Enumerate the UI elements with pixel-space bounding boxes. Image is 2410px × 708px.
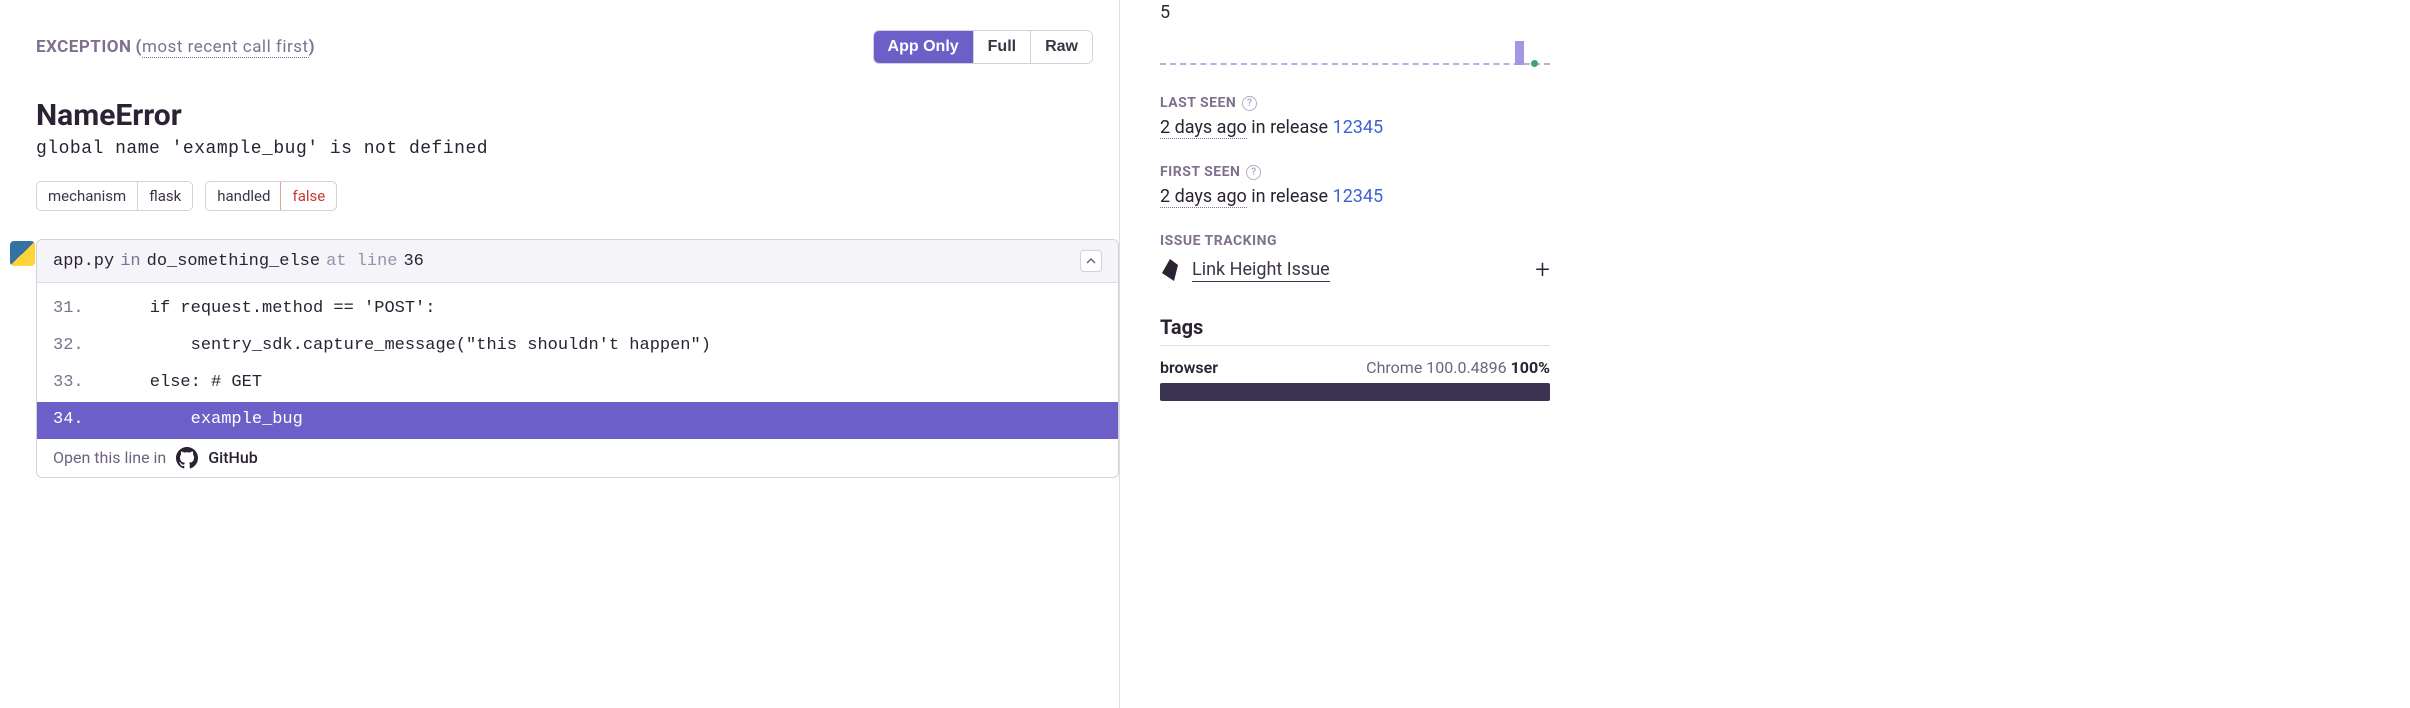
tag-value: false: [280, 181, 337, 211]
code-line[interactable]: 33. else: # GET: [37, 365, 1118, 402]
last-seen-time[interactable]: 2 days ago: [1160, 117, 1247, 139]
event-count: 5: [1160, 2, 1550, 23]
last-seen-value: 2 days ago in release 12345: [1160, 117, 1550, 138]
first-seen-label: FIRST SEEN ?: [1160, 164, 1550, 180]
view-app-only-button[interactable]: App Only: [874, 31, 973, 63]
stacktrace-view-toggle: App Only Full Raw: [873, 30, 1093, 64]
line-source: example_bug: [109, 406, 303, 435]
line-source: sentry_sdk.capture_message("this shouldn…: [109, 332, 711, 361]
frame-line-number: 36: [403, 252, 423, 271]
python-icon: [10, 241, 35, 266]
first-seen-time[interactable]: 2 days ago: [1160, 186, 1247, 208]
code-line[interactable]: 32. sentry_sdk.capture_message("this sho…: [37, 328, 1118, 365]
tag-mechanism[interactable]: mechanism flask: [36, 181, 193, 211]
sparkline-bar: [1515, 41, 1524, 65]
github-icon: [176, 447, 198, 469]
add-integration-button[interactable]: +: [1535, 255, 1550, 285]
view-raw-button[interactable]: Raw: [1030, 31, 1092, 63]
tag-handled[interactable]: handled false: [205, 181, 337, 211]
tag-key: mechanism: [37, 182, 137, 210]
frame-atline-word: at line: [326, 252, 397, 271]
line-number: 33.: [53, 369, 109, 398]
issue-tracking-row: Link Height Issue +: [1160, 255, 1550, 285]
help-icon[interactable]: ?: [1246, 165, 1261, 180]
open-line-target[interactable]: GitHub: [208, 448, 258, 467]
frame-header[interactable]: app.py in do_something_else at line 36: [37, 240, 1118, 283]
exception-header-row: EXCEPTION (most recent call first) App O…: [36, 30, 1119, 64]
exception-panel: EXCEPTION (most recent call first) App O…: [0, 0, 1120, 708]
last-seen-release-link[interactable]: 12345: [1333, 117, 1384, 138]
tag-browser-row[interactable]: browser Chrome 100.0.4896 100%: [1160, 358, 1550, 377]
code-line[interactable]: 34. example_bug: [37, 402, 1118, 439]
link-height-issue-button[interactable]: Link Height Issue: [1192, 259, 1330, 282]
line-source: if request.method == 'POST':: [109, 295, 435, 324]
stack-frame: app.py in do_something_else at line 36 3…: [36, 239, 1119, 478]
error-name: NameError: [36, 98, 1119, 133]
line-number: 31.: [53, 295, 109, 324]
chevron-up-icon: [1086, 256, 1096, 266]
line-number: 34.: [53, 406, 109, 435]
last-seen-label: LAST SEEN ?: [1160, 95, 1550, 111]
code-line[interactable]: 31. if request.method == 'POST':: [37, 291, 1118, 328]
events-sparkline[interactable]: [1160, 33, 1550, 65]
frame-in-word: in: [120, 252, 140, 271]
tag-key: browser: [1160, 358, 1218, 377]
first-seen-value: 2 days ago in release 12345: [1160, 186, 1550, 207]
tags-heading: Tags: [1160, 315, 1550, 346]
help-icon[interactable]: ?: [1242, 96, 1257, 111]
error-message: global name 'example_bug' is not defined: [36, 139, 1119, 159]
first-seen-release-link[interactable]: 12345: [1333, 186, 1384, 207]
height-icon: [1160, 259, 1180, 281]
frame-function: do_something_else: [147, 252, 320, 271]
line-source: else: # GET: [109, 369, 262, 398]
sparkline-dot: [1531, 60, 1538, 67]
issue-tracking-label: ISSUE TRACKING: [1160, 233, 1550, 249]
open-line-in-row: Open this line in GitHub: [37, 439, 1118, 477]
view-full-button[interactable]: Full: [973, 31, 1030, 63]
exception-label: EXCEPTION: [36, 37, 132, 57]
exception-label-group: EXCEPTION (most recent call first): [36, 37, 315, 57]
line-number: 32.: [53, 332, 109, 361]
frame-file: app.py: [53, 252, 114, 271]
tag-value: flask: [137, 182, 192, 210]
exception-tags: mechanism flask handled false: [36, 181, 1119, 211]
frame-source: 31. if request.method == 'POST':32. sent…: [37, 283, 1118, 439]
tag-distribution-bar[interactable]: [1160, 383, 1550, 401]
issue-sidebar: 5 LAST SEEN ? 2 days ago in release 1234…: [1160, 0, 1550, 708]
exception-order: most recent call first: [142, 37, 309, 58]
tag-value: Chrome 100.0.4896 100%: [1366, 358, 1550, 377]
collapse-frame-button[interactable]: [1080, 250, 1102, 272]
open-line-label: Open this line in: [53, 448, 166, 467]
tag-key: handled: [206, 182, 281, 210]
